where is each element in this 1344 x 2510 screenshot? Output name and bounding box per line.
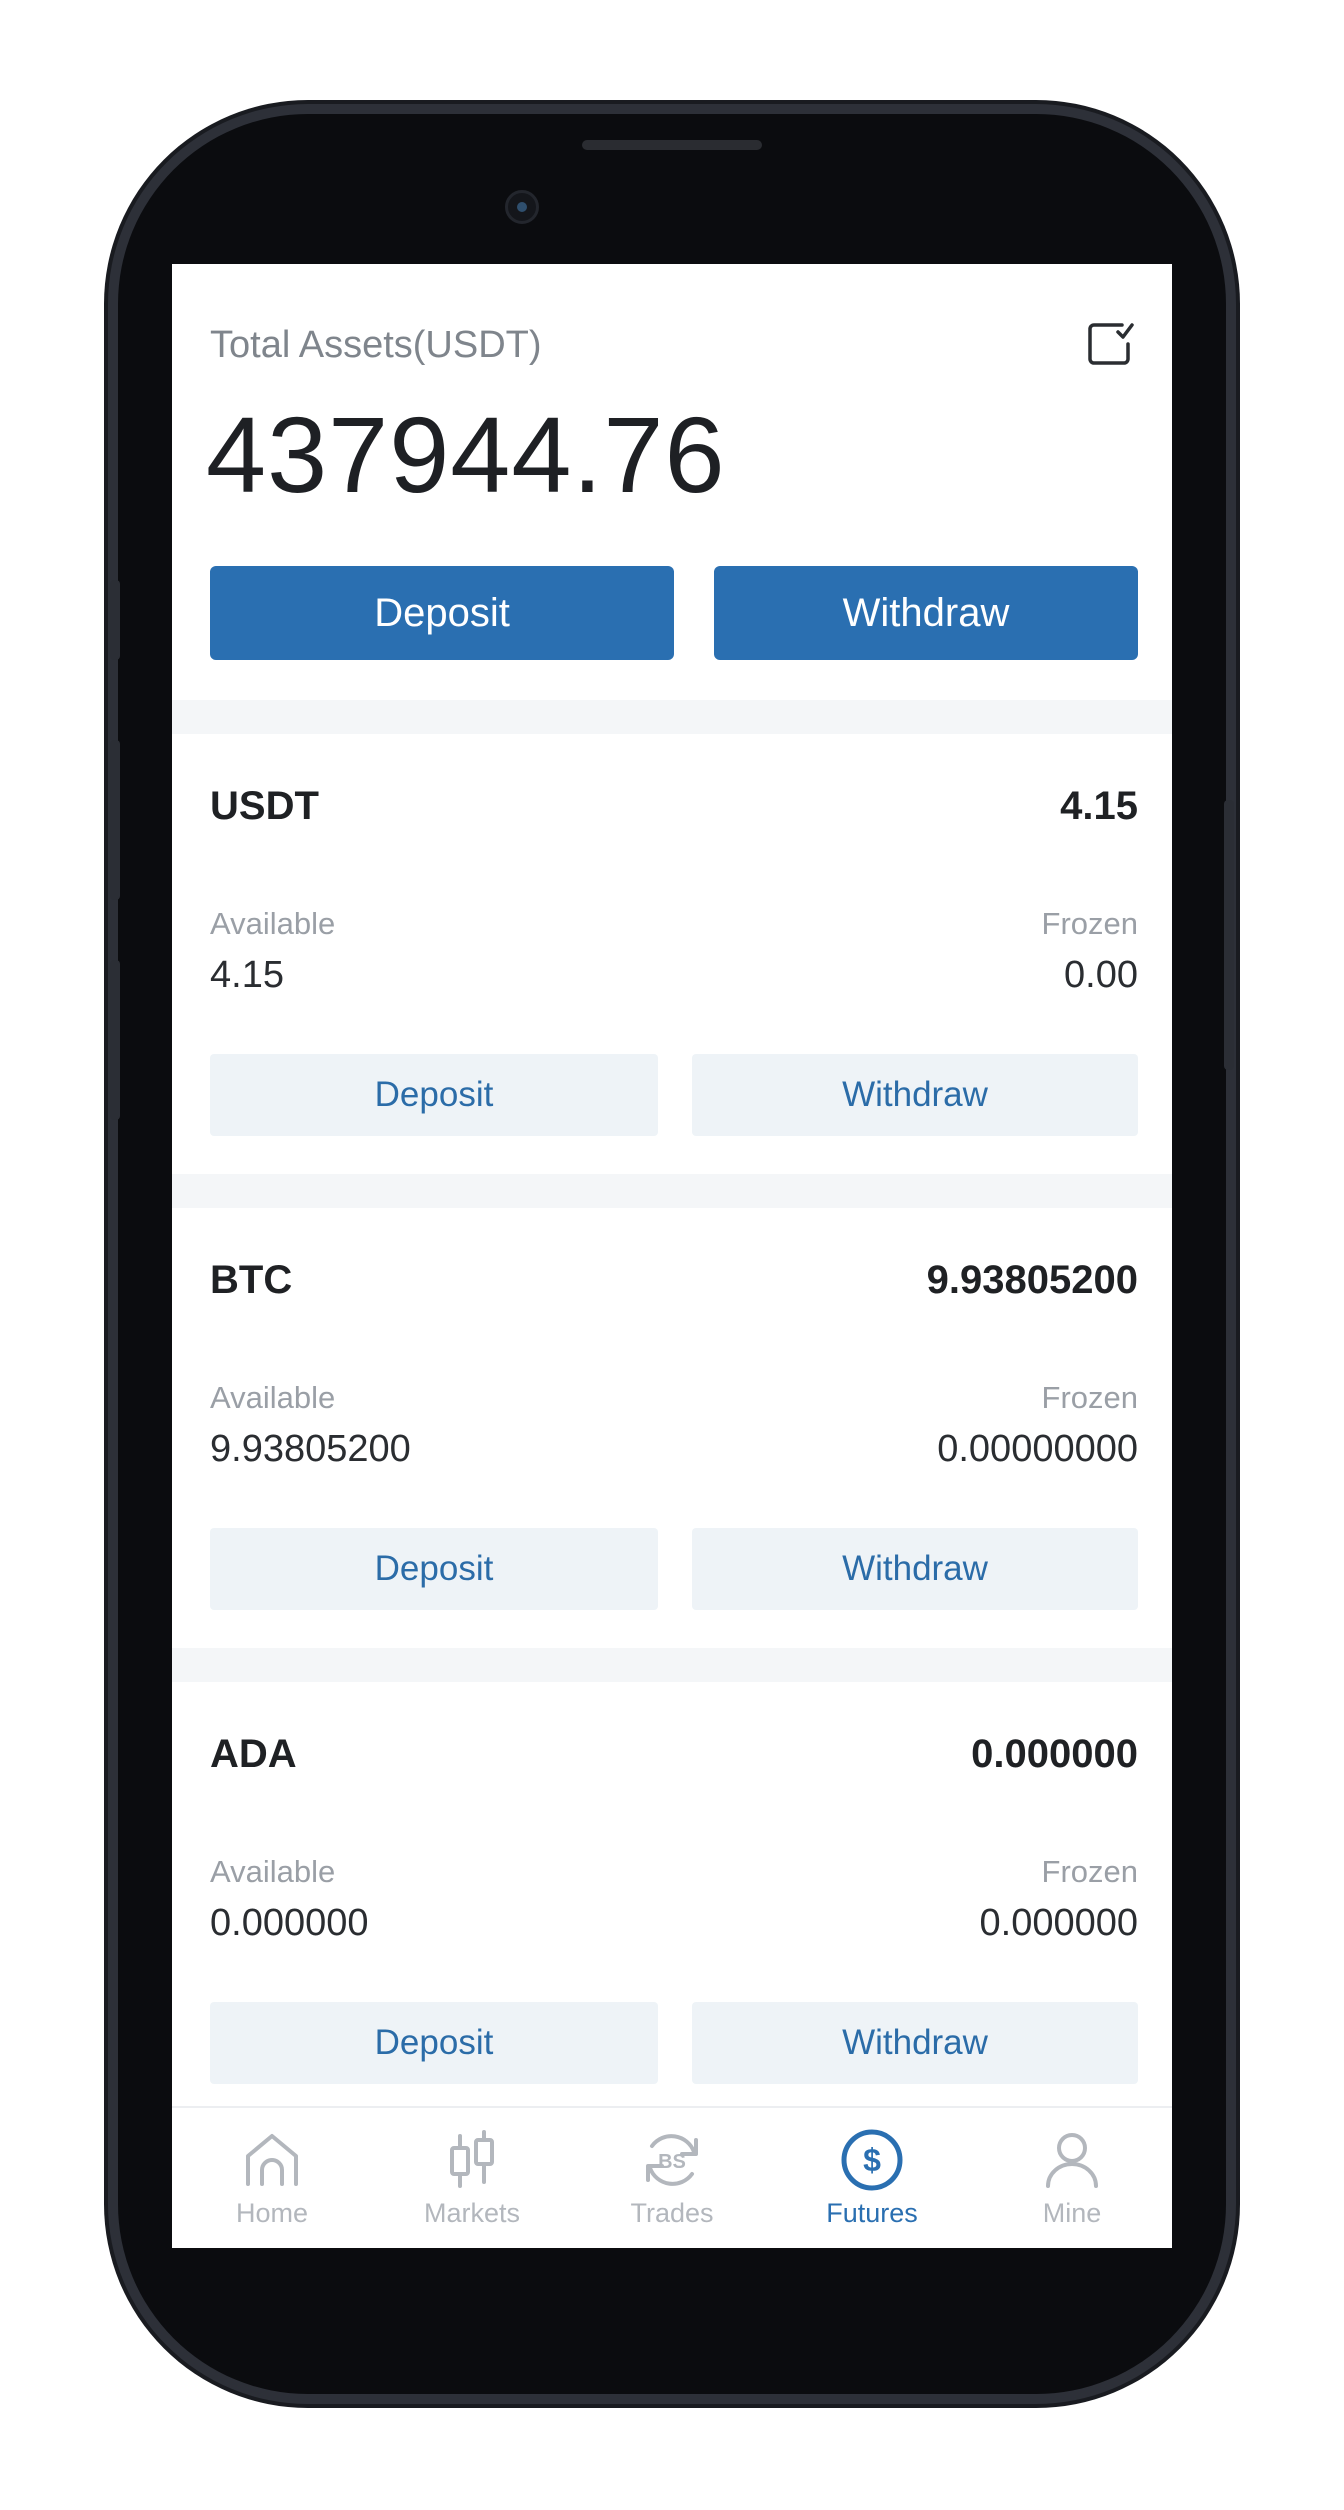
dollar-circle-icon: $ — [841, 2129, 903, 2191]
available-label: Available — [210, 906, 336, 941]
coin-withdraw-button[interactable]: Withdraw — [692, 1528, 1138, 1610]
svg-text:$: $ — [863, 2142, 881, 2178]
coin-card-usdt: USDT 4.15 Available Frozen 4.15 0.00 Dep… — [172, 734, 1172, 1174]
frozen-value: 0.00000000 — [937, 1428, 1138, 1470]
power-button — [1224, 800, 1234, 1070]
volume-down-button — [110, 960, 120, 1120]
available-value: 0.000000 — [210, 1902, 369, 1944]
coin-total: 9.93805200 — [926, 1258, 1138, 1302]
coin-name: BTC — [210, 1258, 293, 1302]
nav-item-mine[interactable]: Mine — [972, 2108, 1172, 2248]
available-value: 9.93805200 — [210, 1428, 411, 1470]
speaker-grille — [582, 140, 762, 150]
coin-deposit-button[interactable]: Deposit — [210, 1528, 658, 1610]
app-screen: Total Assets(USDT) 437944.76 Deposit Wit… — [172, 264, 1172, 2248]
mute-switch — [110, 580, 120, 660]
nav-item-home[interactable]: Home — [172, 2108, 372, 2248]
home-icon — [246, 2134, 298, 2186]
section-divider — [172, 1648, 1172, 1682]
nav-item-trades[interactable]: BS Trades — [572, 2108, 772, 2248]
coin-name: ADA — [210, 1732, 297, 1776]
coin-card-ada: ADA 0.000000 Available Frozen 0.000000 0… — [172, 1682, 1172, 2122]
frozen-label: Frozen — [1041, 1380, 1138, 1415]
front-camera — [505, 190, 539, 224]
nav-label: Futures — [826, 2198, 918, 2228]
coin-deposit-button[interactable]: Deposit — [210, 1054, 658, 1136]
section-divider — [172, 1174, 1172, 1208]
coin-total: 4.15 — [1060, 784, 1138, 828]
withdraw-button[interactable]: Withdraw — [714, 566, 1138, 660]
section-divider — [172, 700, 1172, 734]
svg-text:BS: BS — [658, 2151, 686, 2173]
nav-item-markets[interactable]: Markets — [372, 2108, 572, 2248]
frozen-value: 0.00 — [1064, 954, 1138, 996]
deposit-button[interactable]: Deposit — [210, 566, 674, 660]
candlestick-icon — [450, 2130, 494, 2188]
edit-record-icon[interactable] — [1082, 316, 1138, 372]
bottom-nav: Home Markets BS Trades $ Futures Mine — [172, 2106, 1172, 2248]
nav-item-futures[interactable]: $ Futures — [772, 2108, 972, 2248]
nav-label: Trades — [630, 2198, 714, 2228]
available-label: Available — [210, 1854, 336, 1889]
coin-withdraw-button[interactable]: Withdraw — [692, 1054, 1138, 1136]
assets-header: Total Assets(USDT) 437944.76 Deposit Wit… — [172, 264, 1172, 700]
nav-label: Mine — [1042, 2198, 1102, 2228]
frozen-label: Frozen — [1041, 1854, 1138, 1889]
bs-exchange-icon: BS — [646, 2134, 698, 2186]
volume-up-button — [110, 740, 120, 900]
frozen-label: Frozen — [1041, 906, 1138, 941]
coin-card-btc: BTC 9.93805200 Available Frozen 9.938052… — [172, 1208, 1172, 1648]
user-icon — [1046, 2133, 1098, 2188]
frozen-value: 0.000000 — [979, 1902, 1139, 1944]
available-value: 4.15 — [210, 954, 284, 996]
nav-label: Home — [235, 2198, 309, 2228]
coin-deposit-button[interactable]: Deposit — [210, 2002, 658, 2084]
coin-total: 0.000000 — [971, 1732, 1138, 1776]
total-assets-label: Total Assets(USDT) — [210, 324, 542, 366]
total-assets-value: 437944.76 — [206, 394, 726, 515]
available-label: Available — [210, 1380, 336, 1415]
nav-label: Markets — [423, 2198, 521, 2228]
coin-name: USDT — [210, 784, 319, 828]
coin-withdraw-button[interactable]: Withdraw — [692, 2002, 1138, 2084]
